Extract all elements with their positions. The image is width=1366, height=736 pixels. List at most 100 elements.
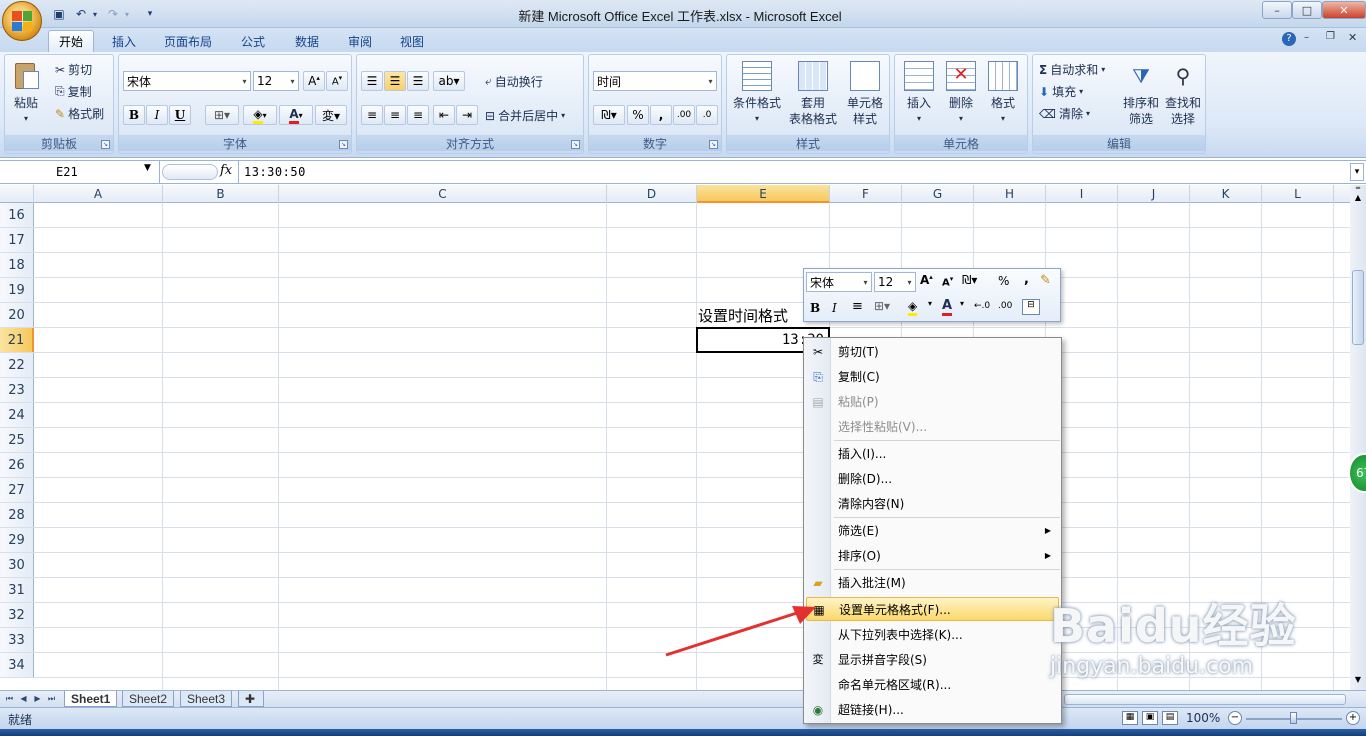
clear-button[interactable]: ⌫ 清除 ▾ xyxy=(1039,105,1090,122)
column-header-g[interactable]: G xyxy=(902,185,974,203)
fill-button[interactable]: ⬇ 填充 ▾ xyxy=(1039,83,1083,100)
tab-view[interactable]: 视图 xyxy=(390,30,434,52)
maximize-button[interactable]: □ xyxy=(1292,1,1322,19)
row-header[interactable]: 33 xyxy=(0,628,34,652)
cut-button[interactable]: ✂ 剪切 xyxy=(55,61,92,78)
zoom-out-icon[interactable]: − xyxy=(1228,711,1242,725)
first-sheet-icon[interactable]: ⏮ xyxy=(4,693,15,705)
menu-item-show-phonetic[interactable]: 変显示拼音字段(S) xyxy=(806,648,1059,672)
menu-item-sort[interactable]: 排序(O) ▶ xyxy=(806,544,1059,568)
wrap-text-button[interactable]: ⤶ 自动换行 xyxy=(485,73,543,90)
prev-sheet-icon[interactable]: ◀ xyxy=(18,693,29,705)
menu-item-name-range[interactable]: 命名单元格区域(R)... xyxy=(806,673,1059,697)
mini-font-name-combo[interactable]: 宋体 ▾ xyxy=(806,272,872,292)
font-size-combo[interactable]: 12 ▾ xyxy=(253,71,299,91)
row-header[interactable]: 23 xyxy=(0,378,34,402)
number-launcher-icon[interactable]: ↘ xyxy=(709,140,718,149)
mini-accounting-icon[interactable]: ₪▾ xyxy=(962,273,977,287)
autosum-button[interactable]: Σ 自动求和 ▾ xyxy=(1039,61,1105,78)
row-header[interactable]: 29 xyxy=(0,528,34,552)
mini-percent-button[interactable]: % xyxy=(998,274,1009,288)
column-header-c[interactable]: C xyxy=(279,185,607,203)
clipboard-launcher-icon[interactable]: ↘ xyxy=(101,140,110,149)
chevron-down-icon[interactable]: ▾ xyxy=(960,299,964,308)
help-icon[interactable]: ? xyxy=(1282,32,1296,46)
menu-item-clear-contents[interactable]: 清除内容(N) xyxy=(806,492,1059,516)
sheet-tab-1[interactable]: Sheet1 xyxy=(64,691,118,707)
chevron-down-icon[interactable]: ▾ xyxy=(928,299,932,308)
zoom-in-icon[interactable]: + xyxy=(1346,711,1360,725)
align-right-button[interactable]: ≡ xyxy=(407,105,429,125)
column-header-i[interactable]: I xyxy=(1046,185,1118,203)
column-header-a[interactable]: A xyxy=(34,185,163,203)
mini-format-painter-icon[interactable]: ✎ xyxy=(1040,273,1051,288)
merge-center-button[interactable]: ⊟ 合并后居中 ▾ xyxy=(485,107,565,124)
underline-button[interactable]: U xyxy=(169,105,191,125)
cell-e20[interactable]: 设置时间格式 xyxy=(698,305,788,326)
menu-item-delete[interactable]: 删除(D)... xyxy=(806,467,1059,491)
customize-qat-icon[interactable]: ▾ xyxy=(144,5,156,23)
decrease-decimal-button[interactable]: .0 xyxy=(696,105,718,125)
mini-fill-color-icon[interactable]: ◈ xyxy=(908,299,918,316)
vertical-scrollbar[interactable]: ═ ▲ ▼ xyxy=(1350,185,1366,690)
copy-button[interactable]: ⎘ 复制 xyxy=(55,83,92,100)
row-header[interactable]: 28 xyxy=(0,503,34,527)
formula-expand-handle[interactable] xyxy=(162,164,218,180)
row-header-selected[interactable]: 21 xyxy=(0,328,34,352)
column-header-h[interactable]: H xyxy=(974,185,1046,203)
conditional-formatting-button[interactable]: 条件格式 ▾ xyxy=(731,61,783,127)
tab-home[interactable]: 开始 xyxy=(48,30,95,52)
mini-decrease-decimal-icon[interactable]: .00 xyxy=(998,301,1012,311)
mini-merge-icon[interactable]: ⊟ xyxy=(1022,299,1040,315)
mini-border-icon[interactable]: ⊞▾ xyxy=(874,299,890,313)
tab-page-layout[interactable]: 页面布局 xyxy=(154,30,222,52)
align-top-button[interactable]: ☰ xyxy=(361,71,383,91)
column-header-k[interactable]: K xyxy=(1190,185,1262,203)
format-cells-button[interactable]: 格式 ▾ xyxy=(983,61,1023,127)
split-handle[interactable]: ═ xyxy=(1352,185,1364,192)
row-header[interactable]: 25 xyxy=(0,428,34,452)
row-header[interactable]: 31 xyxy=(0,578,34,602)
name-box[interactable]: E21 xyxy=(0,161,160,183)
column-header-j[interactable]: J xyxy=(1118,185,1190,203)
increase-decimal-button[interactable]: .00 xyxy=(673,105,695,125)
zoom-slider-thumb[interactable] xyxy=(1290,712,1297,724)
column-header-f[interactable]: F xyxy=(830,185,902,203)
insert-sheet-icon[interactable]: ✚ xyxy=(238,691,264,707)
select-all-corner[interactable] xyxy=(0,185,34,203)
menu-item-copy[interactable]: ⎘ 复制(C) xyxy=(806,365,1059,389)
phonetic-button[interactable]: 変▾ xyxy=(315,105,347,125)
menu-item-paste[interactable]: ▤ 粘贴(P) xyxy=(806,390,1059,414)
align-bottom-button[interactable]: ☰ xyxy=(407,71,429,91)
sheet-tab-3[interactable]: Sheet3 xyxy=(180,691,233,707)
align-center-button[interactable]: ≡ xyxy=(384,105,406,125)
row-header[interactable]: 34 xyxy=(0,653,34,677)
column-header-d[interactable]: D xyxy=(607,185,697,203)
tab-formulas[interactable]: 公式 xyxy=(231,30,275,52)
menu-item-hyperlink[interactable]: ◉ 超链接(H)... xyxy=(806,698,1059,722)
comma-button[interactable]: , xyxy=(650,105,672,125)
mini-bold-button[interactable]: B xyxy=(810,301,820,315)
cell-styles-button[interactable]: 单元格 样式 xyxy=(839,61,891,127)
name-box-dropdown-icon[interactable]: ▼ xyxy=(144,163,151,173)
zoom-level[interactable]: 100% xyxy=(1186,711,1220,725)
mini-font-size-combo[interactable]: 12 ▾ xyxy=(874,272,916,292)
page-break-view-icon[interactable]: ▤ xyxy=(1162,711,1178,725)
scroll-up-icon[interactable]: ▲ xyxy=(1352,193,1364,205)
row-header[interactable]: 16 xyxy=(0,203,34,227)
undo-icon[interactable]: ↶ xyxy=(72,5,90,23)
next-sheet-icon[interactable]: ▶ xyxy=(32,693,43,705)
mini-center-icon[interactable]: ≡ xyxy=(852,299,863,314)
delete-cells-button[interactable]: ✕ 删除 ▾ xyxy=(941,61,981,127)
ribbon-minimize-icon[interactable]: – xyxy=(1304,32,1309,43)
last-sheet-icon[interactable]: ⏭ xyxy=(46,693,57,705)
grow-font-button[interactable]: A▴ xyxy=(303,71,325,91)
scroll-down-icon[interactable]: ▼ xyxy=(1352,675,1364,687)
menu-item-paste-special[interactable]: 选择性粘贴(V)... xyxy=(806,415,1059,439)
ribbon-restore-icon[interactable]: ❐ xyxy=(1326,31,1335,42)
sheet-tab-2[interactable]: Sheet2 xyxy=(122,691,175,707)
row-header[interactable]: 19 xyxy=(0,278,34,302)
tab-data[interactable]: 数据 xyxy=(285,30,329,52)
row-header[interactable]: 22 xyxy=(0,353,34,377)
menu-item-cut[interactable]: ✂ 剪切(T) xyxy=(806,340,1059,364)
